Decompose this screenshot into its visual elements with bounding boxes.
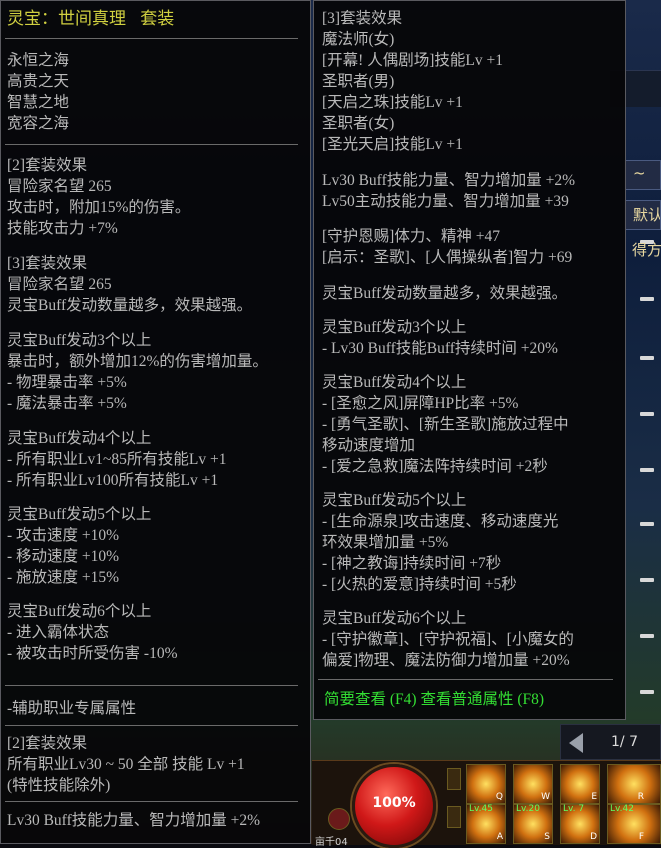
effect-line: - 物理暴击率 +5% [7,374,127,391]
side-input[interactable]: ~ [624,160,661,190]
effect-line: - [火热的爱意]持续时间 +5秒 [322,576,517,593]
effect-line: 所有职业Lv30 ~ 50 全部 技能 Lv +1 [7,756,245,773]
hud-label: 亩千04 [315,837,348,848]
set-part: 宽容之海 [7,115,70,132]
effect-line: - [爱之急救]魔法阵持续时间 +2秒 [322,458,548,475]
scroll-marker [640,356,654,360]
prev-page-icon[interactable] [569,733,583,753]
effect-line: (特性技能除外) [7,777,111,794]
scroll-marker [640,634,654,638]
item-title-name: 灵宝：世间真理 [7,9,126,28]
effect-line: 移动速度增加 [322,437,416,454]
effect-line: - 进入霸体状态 [7,624,110,641]
skill-slot-a[interactable]: Lv.45 A [466,804,506,844]
divider [5,725,298,726]
divider [5,685,298,686]
effect-line: 冒险家名望 265 [7,276,112,293]
page-navigator: 1/ 7 [560,724,661,760]
effect-line: - [守护徽章]、[守护祝福]、[小魔女的 [322,631,574,648]
effect-line: - 被攻击时所受伤害 -10% [7,645,178,662]
skill-slot-s[interactable]: Lv.20 S [513,804,553,844]
skill-slot-e[interactable]: E [560,764,600,804]
effect-line: - [勇气圣歌]、[新生圣歌]施放过程中 [322,416,569,433]
effect-line: 灵宝Buff发动6个以上 [322,610,467,627]
set-part: 智慧之地 [7,94,70,111]
effect-line: 灵宝Buff发动4个以上 [7,430,152,447]
effect-line: 灵宝Buff发动6个以上 [7,603,152,620]
effect-line: 圣职者(女) [322,115,395,132]
divider [5,38,298,39]
scroll-marker [640,578,654,582]
effect-line: 圣职者(男) [322,73,395,90]
effect-line: 冒险家名望 265 [7,178,112,195]
effect-line: - [生命源泉]攻击速度、移动速度光 [322,513,559,530]
skill-slot-d[interactable]: Lv. 7D [560,804,600,844]
effect-line: - 魔法暴击率 +5% [7,395,127,412]
effect-line: 灵宝Buff发动5个以上 [322,492,467,509]
effect-line: - 移动速度 +10% [7,548,120,565]
skill-slot-f[interactable]: Lv.42 F [607,804,661,844]
effect-line: - 施放速度 +15% [7,569,120,586]
scroll-marker [640,522,654,526]
item-title: 灵宝：世间真理 套装 [7,9,174,29]
effect-line: 灵宝Buff发动数量越多，效果越强。 [322,285,568,302]
effect-line: 灵宝Buff发动3个以上 [7,332,152,349]
default-button[interactable]: 默认 [624,200,661,230]
effect-line: 技能攻击力 +7% [7,220,118,237]
effect-line: - 所有职业Lv1~85所有技能Lv +1 [7,451,227,468]
effect-line: 灵宝Buff发动3个以上 [322,319,467,336]
effect-line: Lv30 Buff技能力量、智力增加量 +2% [7,812,261,829]
scroll-marker [640,297,654,301]
view-toggle-hint[interactable]: 简要查看 (F4) 查看普通属性 (F8) [324,690,544,710]
hp-orb: 100% [352,764,436,848]
divider [5,801,298,802]
skill-slot-q[interactable]: Q [466,764,506,804]
side-label: 得方 [632,241,661,259]
set-tooltip-right: [3]套装效果 魔法师(女) [开幕! 人偶剧场]技能Lv +1 圣职者(男) … [313,0,626,720]
divider [5,144,298,145]
hud-arrow-icon[interactable] [447,806,461,828]
effect-line: [启示：圣歌]、[人偶操纵者]智力 +69 [322,249,573,266]
effect-line: - [神之教诲]持续时间 +7秒 [322,555,502,572]
effect-line: [2]套装效果 [7,157,88,174]
effect-line: [天启之珠]技能Lv +1 [322,94,463,111]
hud-arrow-icon[interactable] [447,768,461,790]
effect-line: [守护恩赐]体力、精神 +47 [322,228,500,245]
effect-line: [2]套装效果 [7,735,88,752]
effect-line: - 攻击速度 +10% [7,527,120,544]
effect-line: 环效果增加量 +5% [322,534,449,551]
effect-line: - [圣愈之风]屏障HP比率 +5% [322,395,519,412]
effect-line: 魔法师(女) [322,31,395,48]
effect-line: 暴击时，额外增加12%的伤害增加量。 [7,353,268,370]
skill-slot-r[interactable]: R [607,764,661,804]
effect-line: - 所有职业Lv100所有技能Lv +1 [7,472,219,489]
hp-percent: 100% [372,795,416,811]
set-tooltip-left: 灵宝：世间真理 套装 永恒之海 高贵之天 智慧之地 宽容之海 [2]套装效果 冒… [0,0,311,844]
skill-slot-w[interactable]: W [513,764,553,804]
effect-line: [3]套装效果 [7,255,88,272]
effect-line: Lv30 Buff技能力量、智力增加量 +2% [322,172,576,189]
effect-line: [3]套装效果 [322,10,403,27]
buff-icon[interactable] [328,808,350,830]
scroll-marker [640,468,654,472]
effect-line: [开幕! 人偶剧场]技能Lv +1 [322,52,503,69]
effect-line: Lv50主动技能力量、智力增加量 +39 [322,193,569,210]
effect-line: - Lv30 Buff技能Buff持续时间 +20% [322,340,558,357]
effect-line: 攻击时，附加15%的伤害。 [7,199,191,216]
support-header: -辅助职业专属属性 [7,700,137,717]
effect-line: 灵宝Buff发动5个以上 [7,506,152,523]
effect-line: 灵宝Buff发动数量越多，效果越强。 [7,297,253,314]
item-title-suffix: 套装 [140,9,175,28]
effect-line: [圣光天启]技能Lv +1 [322,136,463,153]
effect-line: 灵宝Buff发动4个以上 [322,374,467,391]
scroll-marker [640,412,654,416]
set-part: 永恒之海 [7,52,70,69]
scroll-marker [640,690,654,694]
set-part: 高贵之天 [7,73,70,90]
page-indicator: 1/ 7 [611,734,638,750]
divider [318,679,613,680]
effect-line: 偏爱]物理、魔法防御力增加量 +20% [322,652,570,669]
